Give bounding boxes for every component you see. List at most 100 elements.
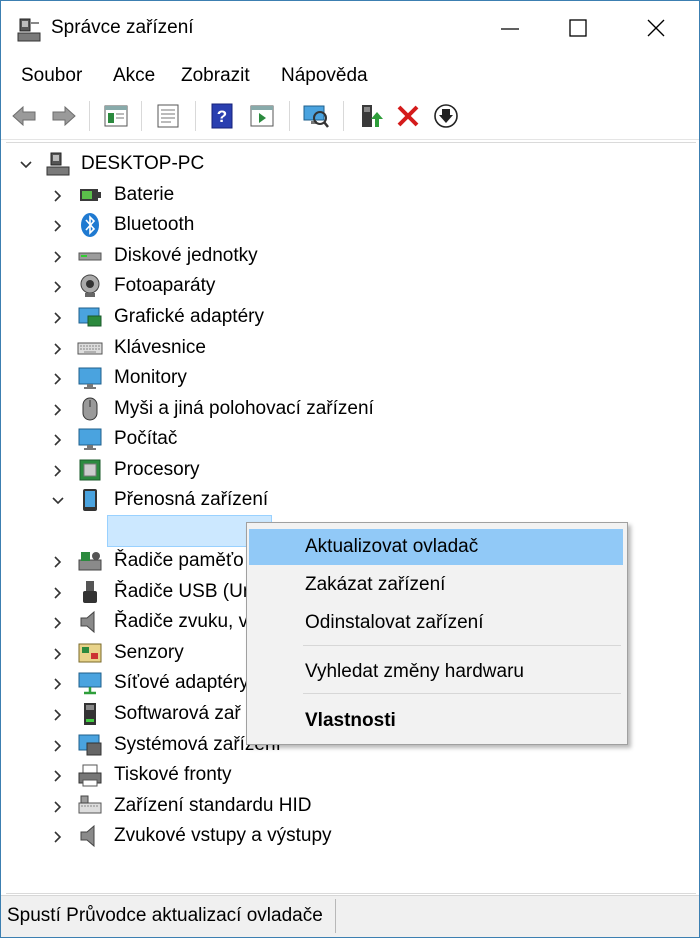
audio-io-icon xyxy=(80,824,95,848)
help-icon: ? xyxy=(211,103,233,129)
chevron-right-icon[interactable] xyxy=(51,433,65,447)
tree-item[interactable]: Tiskové fronty xyxy=(1,762,641,790)
tree-item[interactable]: Přenosná zařízení xyxy=(1,487,641,515)
menu-napoveda[interactable]: Nápověda xyxy=(281,65,368,87)
toolbar-separator xyxy=(89,101,90,131)
chevron-right-icon[interactable] xyxy=(51,219,65,233)
download-button[interactable] xyxy=(429,99,463,133)
menu-item-disable-device[interactable]: Zakázat zařízení xyxy=(249,567,623,603)
tree-item[interactable]: Monitory xyxy=(1,365,641,393)
tree-item-label: Zařízení standardu HID xyxy=(114,795,312,816)
uninstall-button[interactable] xyxy=(391,99,425,133)
tree-item[interactable]: Diskové jednotky xyxy=(1,243,641,271)
tree-item-label: Zvukové vstupy a výstupy xyxy=(114,825,332,846)
show-hide-console-tree-icon xyxy=(104,105,128,127)
menu-item-scan-hardware[interactable]: Vyhledat změny hardwaru xyxy=(249,654,623,690)
action-pane-button[interactable] xyxy=(245,99,279,133)
menu-item-label: Vyhledat změny hardwaru xyxy=(305,661,524,682)
chevron-right-icon[interactable] xyxy=(51,800,65,814)
chevron-right-icon[interactable] xyxy=(51,647,65,661)
chevron-right-icon[interactable] xyxy=(51,616,65,630)
menu-separator xyxy=(303,693,621,694)
tree-item[interactable]: Procesory xyxy=(1,457,641,485)
action-pane-icon xyxy=(250,105,274,127)
storage-controller-icon xyxy=(78,552,102,571)
disk-drive-icon xyxy=(78,252,102,261)
tree-item[interactable]: Baterie xyxy=(1,182,641,210)
back-button[interactable] xyxy=(7,99,41,133)
help-button[interactable]: ? xyxy=(205,99,239,133)
tree-item-label: Procesory xyxy=(114,459,200,480)
tree-item[interactable]: Zařízení standardu HID xyxy=(1,793,641,821)
chevron-right-icon[interactable] xyxy=(51,830,65,844)
tree-item-label: Bluetooth xyxy=(114,214,195,235)
menu-item-label: Odinstalovat zařízení xyxy=(305,612,484,633)
menu-zobrazit[interactable]: Zobrazit xyxy=(181,65,250,87)
tree-item-label: Fotoaparáty xyxy=(114,275,216,296)
bluetooth-icon xyxy=(81,213,99,237)
forward-button[interactable] xyxy=(47,99,81,133)
battery-icon xyxy=(80,189,101,201)
chevron-down-icon[interactable] xyxy=(51,494,65,508)
chevron-right-icon[interactable] xyxy=(51,250,65,264)
software-device-icon xyxy=(84,703,96,725)
tree-item[interactable]: Bluetooth xyxy=(1,212,641,240)
minimize-icon xyxy=(501,28,519,30)
chevron-right-icon[interactable] xyxy=(51,280,65,294)
chevron-right-icon[interactable] xyxy=(51,555,65,569)
chevron-right-icon[interactable] xyxy=(51,372,65,386)
properties-button[interactable] xyxy=(151,99,185,133)
status-text: Spustí Průvodce aktualizací ovladače xyxy=(7,905,323,926)
chevron-right-icon[interactable] xyxy=(51,739,65,753)
scan-hardware-button[interactable] xyxy=(299,99,333,133)
forward-icon xyxy=(52,105,76,127)
scan-hardware-icon xyxy=(303,105,329,128)
menu-soubor[interactable]: Soubor xyxy=(21,65,82,87)
device-manager-window: Správce zařízení Soubor Akce Zobrazit Ná… xyxy=(0,0,700,938)
tree-item-label: Myši a jiná polohovací zařízení xyxy=(114,398,374,419)
tree-item[interactable]: Fotoaparáty xyxy=(1,273,641,301)
tree-item[interactable]: Grafické adaptéry xyxy=(1,304,641,332)
minimize-button[interactable] xyxy=(477,1,545,57)
chevron-right-icon[interactable] xyxy=(51,769,65,783)
tree-item[interactable]: Klávesnice xyxy=(1,335,641,363)
chevron-down-icon[interactable] xyxy=(19,158,33,172)
menu-separator xyxy=(303,645,621,646)
chevron-right-icon[interactable] xyxy=(51,708,65,722)
tree-item[interactable]: Počítač xyxy=(1,426,641,454)
tree-item-label: Diskové jednotky xyxy=(114,245,258,266)
update-driver-button[interactable] xyxy=(353,99,387,133)
back-icon xyxy=(12,105,36,127)
window-title: Správce zařízení xyxy=(51,17,194,38)
chevron-right-icon[interactable] xyxy=(51,189,65,203)
close-button[interactable] xyxy=(623,1,691,57)
tree-root[interactable]: DESKTOP-PC xyxy=(1,151,401,179)
tree-item[interactable]: Myši a jiná polohovací zařízení xyxy=(1,396,641,424)
hid-icon xyxy=(78,795,102,814)
tree-item-label: Řadiče zvuku, v xyxy=(114,611,249,632)
menu-item-uninstall-device[interactable]: Odinstalovat zařízení xyxy=(249,605,623,641)
menu-item-update-driver[interactable]: Aktualizovat ovladač xyxy=(249,529,623,565)
menu-item-properties[interactable]: Vlastnosti xyxy=(249,703,623,739)
tree-item-label: Senzory xyxy=(114,642,184,663)
printer-icon xyxy=(78,764,102,787)
show-hide-console-tree-button[interactable] xyxy=(99,99,133,133)
keyboard-icon xyxy=(77,342,103,355)
computer-icon xyxy=(78,428,102,450)
tree-item-label: Monitory xyxy=(114,367,187,388)
chevron-right-icon[interactable] xyxy=(51,342,65,356)
tree-item[interactable]: Zvukové vstupy a výstupy xyxy=(1,823,641,851)
chevron-right-icon[interactable] xyxy=(51,403,65,417)
maximize-button[interactable] xyxy=(545,1,613,57)
menu-akce[interactable]: Akce xyxy=(113,65,155,87)
chevron-right-icon[interactable] xyxy=(51,586,65,600)
device-manager-icon xyxy=(17,17,41,43)
menu-item-label: Vlastnosti xyxy=(305,710,396,731)
chevron-right-icon[interactable] xyxy=(51,311,65,325)
chevron-right-icon[interactable] xyxy=(51,677,65,691)
chevron-right-icon[interactable] xyxy=(51,464,65,478)
sensor-icon xyxy=(78,643,102,663)
tree-item-label: Řadiče USB (Un xyxy=(114,581,254,602)
monitor-icon xyxy=(78,367,102,389)
uninstall-icon xyxy=(397,105,419,127)
